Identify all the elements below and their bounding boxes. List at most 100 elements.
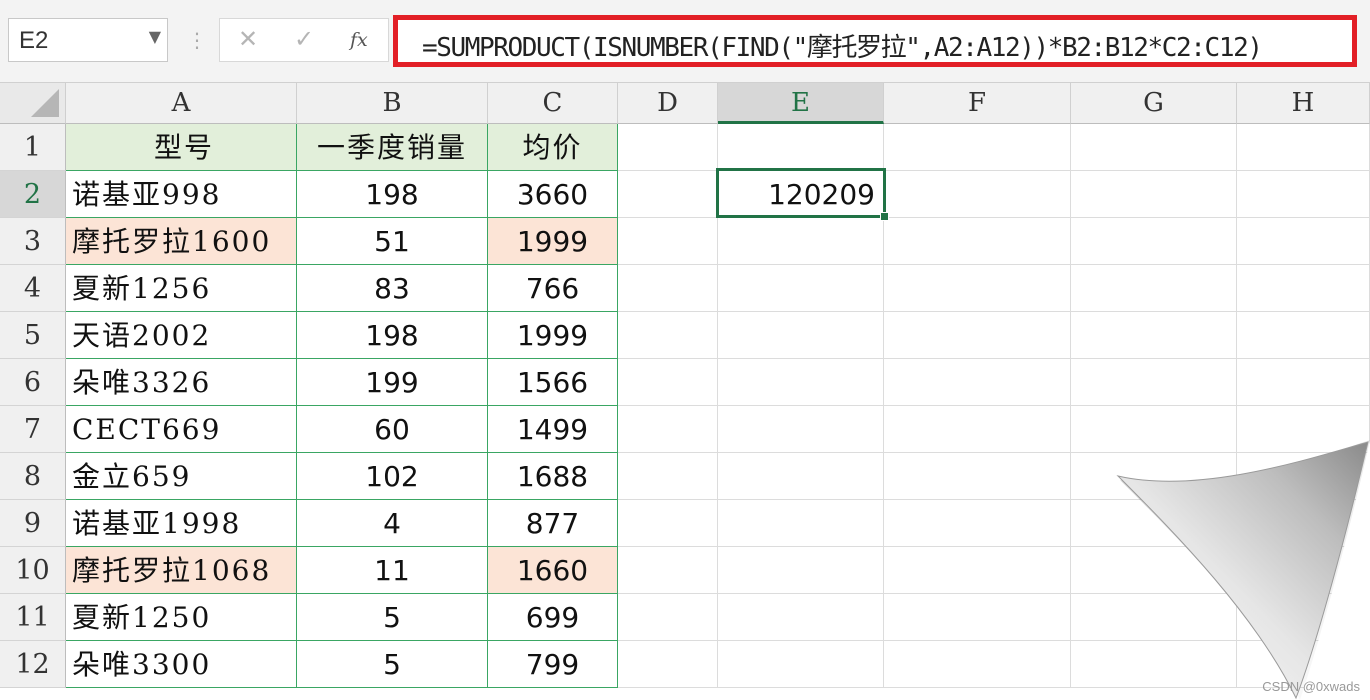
cell-f6[interactable] bbox=[884, 359, 1071, 406]
column-header-e[interactable]: E bbox=[718, 83, 884, 124]
row-header-5[interactable]: 5 bbox=[0, 312, 66, 359]
cell-d9[interactable] bbox=[618, 500, 718, 547]
cell-b12[interactable]: 5 bbox=[297, 641, 488, 688]
row-header-4[interactable]: 4 bbox=[0, 265, 66, 312]
cell-d7[interactable] bbox=[618, 406, 718, 453]
cell-d11[interactable] bbox=[618, 594, 718, 641]
cell-a5[interactable]: 天语2002 bbox=[66, 312, 297, 359]
row-header-3[interactable]: 3 bbox=[0, 218, 66, 265]
cell-c10[interactable]: 1660 bbox=[488, 547, 618, 594]
cell-b8[interactable]: 102 bbox=[297, 453, 488, 500]
column-header-d[interactable]: D bbox=[618, 83, 718, 124]
cell-h2[interactable] bbox=[1237, 171, 1370, 218]
row-header-1[interactable]: 1 bbox=[0, 124, 66, 171]
cell-f2[interactable] bbox=[884, 171, 1071, 218]
cell-h6[interactable] bbox=[1237, 359, 1370, 406]
cell-e1[interactable] bbox=[718, 124, 884, 171]
cell-f4[interactable] bbox=[884, 265, 1071, 312]
cell-e10[interactable] bbox=[718, 547, 884, 594]
cell-b5[interactable]: 198 bbox=[297, 312, 488, 359]
cell-a9[interactable]: 诺基亚1998 bbox=[66, 500, 297, 547]
cell-f7[interactable] bbox=[884, 406, 1071, 453]
cell-d5[interactable] bbox=[618, 312, 718, 359]
cell-b11[interactable]: 5 bbox=[297, 594, 488, 641]
cell-b2[interactable]: 198 bbox=[297, 171, 488, 218]
cell-d12[interactable] bbox=[618, 641, 718, 688]
cell-a2[interactable]: 诺基亚998 bbox=[66, 171, 297, 218]
cell-b4[interactable]: 83 bbox=[297, 265, 488, 312]
cell-f12[interactable] bbox=[884, 641, 1071, 688]
cell-c4[interactable]: 766 bbox=[488, 265, 618, 312]
cell-d8[interactable] bbox=[618, 453, 718, 500]
cell-b3[interactable]: 51 bbox=[297, 218, 488, 265]
cell-h4[interactable] bbox=[1237, 265, 1370, 312]
cell-a7[interactable]: CECT669 bbox=[66, 406, 297, 453]
drag-handle-icon[interactable]: ⋮ bbox=[187, 28, 207, 52]
cell-h3[interactable] bbox=[1237, 218, 1370, 265]
row-header-12[interactable]: 12 bbox=[0, 641, 66, 688]
cell-a6[interactable]: 朵唯3326 bbox=[66, 359, 297, 406]
cell-e3[interactable] bbox=[718, 218, 884, 265]
select-all-button[interactable] bbox=[0, 83, 66, 124]
cell-c11[interactable]: 699 bbox=[488, 594, 618, 641]
cell-f11[interactable] bbox=[884, 594, 1071, 641]
cancel-icon[interactable]: ✕ bbox=[238, 25, 258, 53]
column-header-c[interactable]: C bbox=[488, 83, 618, 124]
cell-a3[interactable]: 摩托罗拉1600 bbox=[66, 218, 297, 265]
column-header-f[interactable]: F bbox=[884, 83, 1071, 124]
cell-a12[interactable]: 朵唯3300 bbox=[66, 641, 297, 688]
column-header-g[interactable]: G bbox=[1071, 83, 1237, 124]
cell-e8[interactable] bbox=[718, 453, 884, 500]
cell-a4[interactable]: 夏新1256 bbox=[66, 265, 297, 312]
cell-c1[interactable]: 均价 bbox=[488, 124, 618, 171]
cell-f5[interactable] bbox=[884, 312, 1071, 359]
cell-d10[interactable] bbox=[618, 547, 718, 594]
cell-d1[interactable] bbox=[618, 124, 718, 171]
cell-b9[interactable]: 4 bbox=[297, 500, 488, 547]
insert-function-icon[interactable]: fx bbox=[350, 29, 368, 51]
cell-e7[interactable] bbox=[718, 406, 884, 453]
cell-f8[interactable] bbox=[884, 453, 1071, 500]
cell-c8[interactable]: 1688 bbox=[488, 453, 618, 500]
row-header-11[interactable]: 11 bbox=[0, 594, 66, 641]
cell-c6[interactable]: 1566 bbox=[488, 359, 618, 406]
cell-a10[interactable]: 摩托罗拉1068 bbox=[66, 547, 297, 594]
cell-g6[interactable] bbox=[1071, 359, 1237, 406]
cell-e5[interactable] bbox=[718, 312, 884, 359]
cell-g4[interactable] bbox=[1071, 265, 1237, 312]
cell-d6[interactable] bbox=[618, 359, 718, 406]
cell-e4[interactable] bbox=[718, 265, 884, 312]
fill-handle[interactable] bbox=[880, 212, 889, 221]
cell-f1[interactable] bbox=[884, 124, 1071, 171]
chevron-down-icon[interactable]: ▼ bbox=[149, 27, 161, 46]
cell-h1[interactable] bbox=[1237, 124, 1370, 171]
row-header-10[interactable]: 10 bbox=[0, 547, 66, 594]
row-header-8[interactable]: 8 bbox=[0, 453, 66, 500]
cell-b6[interactable]: 199 bbox=[297, 359, 488, 406]
cell-b10[interactable]: 11 bbox=[297, 547, 488, 594]
cell-c3[interactable]: 1999 bbox=[488, 218, 618, 265]
cell-f3[interactable] bbox=[884, 218, 1071, 265]
active-cell-selection[interactable] bbox=[716, 168, 889, 221]
cell-c12[interactable]: 799 bbox=[488, 641, 618, 688]
row-header-6[interactable]: 6 bbox=[0, 359, 66, 406]
cell-d2[interactable] bbox=[618, 171, 718, 218]
column-header-h[interactable]: H bbox=[1237, 83, 1370, 124]
row-header-2[interactable]: 2 bbox=[0, 171, 66, 218]
cell-b7[interactable]: 60 bbox=[297, 406, 488, 453]
cell-d4[interactable] bbox=[618, 265, 718, 312]
column-header-b[interactable]: B bbox=[297, 83, 488, 124]
name-box[interactable]: E2 ▼ bbox=[8, 18, 168, 62]
cell-e12[interactable] bbox=[718, 641, 884, 688]
cell-g2[interactable] bbox=[1071, 171, 1237, 218]
cell-e6[interactable] bbox=[718, 359, 884, 406]
row-header-7[interactable]: 7 bbox=[0, 406, 66, 453]
cell-c7[interactable]: 1499 bbox=[488, 406, 618, 453]
cell-c2[interactable]: 3660 bbox=[488, 171, 618, 218]
cell-g3[interactable] bbox=[1071, 218, 1237, 265]
cell-a11[interactable]: 夏新1250 bbox=[66, 594, 297, 641]
cell-c5[interactable]: 1999 bbox=[488, 312, 618, 359]
cell-f9[interactable] bbox=[884, 500, 1071, 547]
cell-f10[interactable] bbox=[884, 547, 1071, 594]
row-header-9[interactable]: 9 bbox=[0, 500, 66, 547]
